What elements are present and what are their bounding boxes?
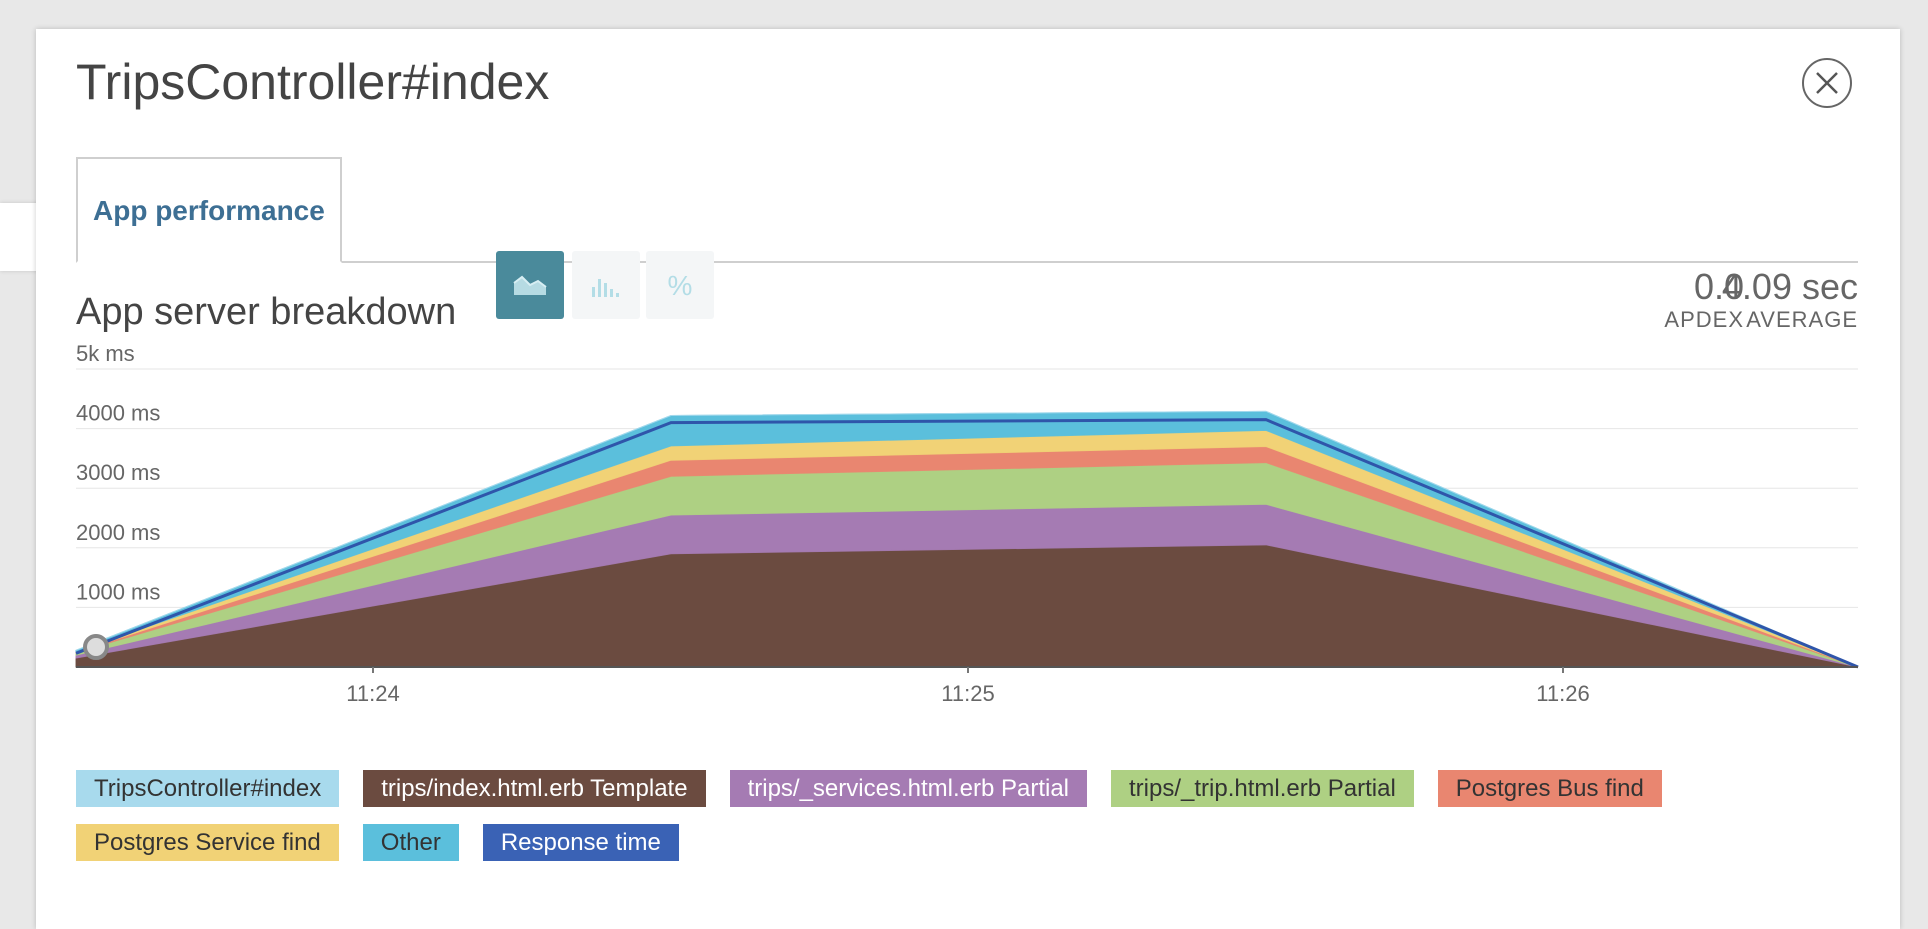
modal-dialog: TripsController#index App performance Ap… — [36, 29, 1900, 929]
tab-app-performance[interactable]: App performance — [76, 157, 342, 263]
average-value: 4.09 sec — [1721, 266, 1858, 307]
x-tick-label: 11:26 — [1536, 681, 1589, 706]
stacked-area-chart: 1000 ms 2000 ms 3000 ms 4000 ms 5k ms 11:24 11… — [75, 341, 1859, 706]
section-title: App server breakdown — [76, 291, 457, 333]
modal-title: TripsController#index — [76, 54, 550, 110]
chart-legend: TripsController#index trips/index.html.er… — [76, 770, 1876, 861]
area-chart-view-button[interactable] — [496, 251, 564, 319]
average-stat: 4.09 sec AVERAGE — [1722, 267, 1858, 333]
percent-icon: % — [668, 270, 693, 301]
percent-view-button[interactable]: % — [646, 251, 714, 319]
y-tick-label: 1000 ms — [76, 579, 160, 604]
range-handle[interactable] — [83, 634, 109, 660]
legend-item-trips-services-html-erb-partial[interactable]: trips/_services.html.erb Partial — [729, 770, 1088, 807]
legend-item-tripscontroller-index[interactable]: TripsController#index — [76, 770, 340, 807]
y-tick-label: 3000 ms — [76, 460, 160, 485]
svg-text:%: % — [668, 270, 693, 301]
y-tick-label: 2000 ms — [76, 520, 160, 545]
x-tick-label: 11:24 — [346, 681, 399, 706]
bar-chart-view-button[interactable] — [572, 251, 640, 319]
y-tick-label: 5k ms — [76, 341, 135, 366]
close-icon — [1816, 72, 1838, 94]
close-button[interactable] — [1802, 58, 1852, 108]
x-tick-label: 11:25 — [941, 681, 994, 706]
legend-item-postgres-service-find[interactable]: Postgres Service find — [76, 824, 339, 861]
y-tick-label: 4000 ms — [76, 401, 160, 426]
legend-item-trips-trip-html-erb-partial[interactable]: trips/_trip.html.erb Partial — [1111, 770, 1414, 807]
legend-item-response-time[interactable]: Response time — [482, 824, 679, 861]
tab-bar: App performance — [76, 157, 1858, 263]
legend-item-other[interactable]: Other — [362, 824, 459, 861]
bar-chart-icon — [592, 279, 619, 297]
legend-item-trips-index-html-erb-template[interactable]: trips/index.html.erb Template — [363, 770, 706, 807]
area-chart-icon — [513, 275, 547, 295]
legend-item-postgres-bus-find[interactable]: Postgres Bus find — [1437, 770, 1662, 807]
